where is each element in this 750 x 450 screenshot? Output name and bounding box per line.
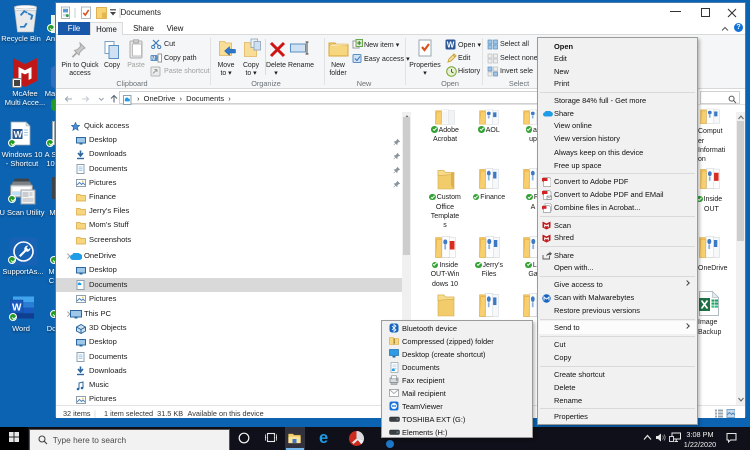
svg-text:M: M [151,56,155,62]
svg-text:W: W [14,129,23,139]
svg-text:W: W [12,303,22,314]
svg-text:W: W [447,40,455,49]
